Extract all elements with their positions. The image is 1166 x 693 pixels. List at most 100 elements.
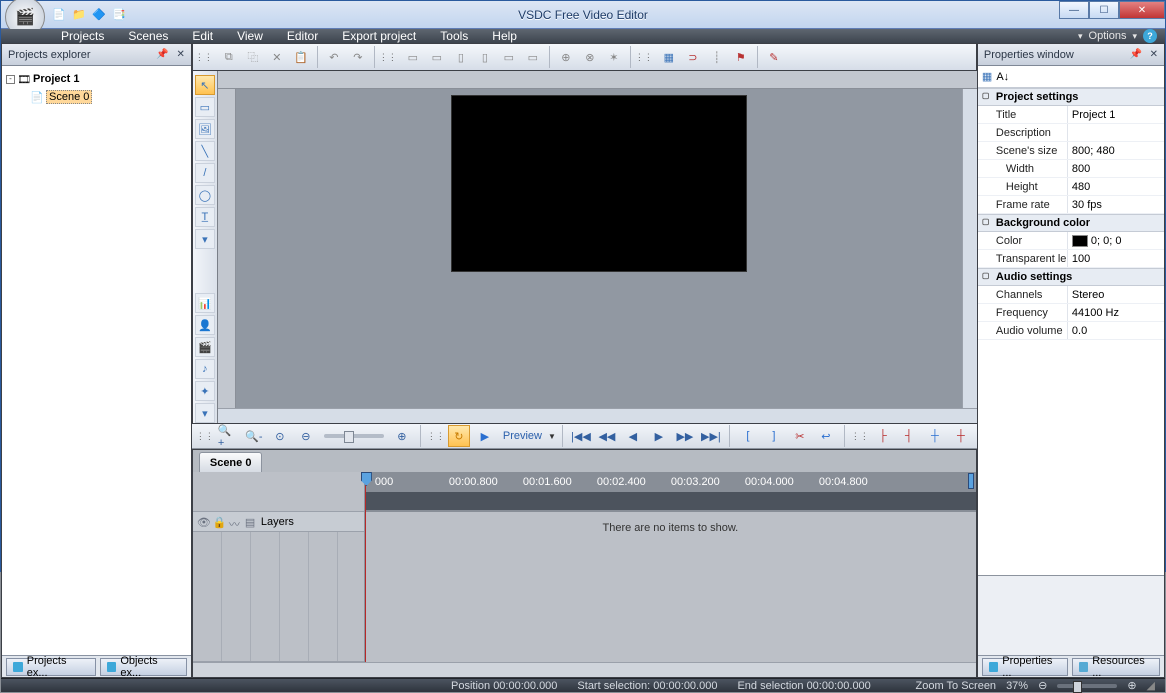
menu-tools[interactable]: Tools <box>440 29 468 43</box>
play-icon[interactable]: ▶ <box>474 425 496 447</box>
properties-header[interactable]: Properties window 📌 ✕ <box>978 44 1164 66</box>
toolbar-grip-icon[interactable]: ⋮⋮ <box>851 431 869 442</box>
categorize-icon[interactable]: ▦ <box>982 70 992 83</box>
qat-save-icon[interactable]: 🔷 <box>91 7 107 23</box>
toolbar-grip-icon[interactable]: ⋮⋮ <box>195 52 217 63</box>
tree-collapse-icon[interactable]: - <box>6 75 15 84</box>
tool-more-icon[interactable]: ▾ <box>195 403 215 423</box>
prop-framerate-value[interactable]: 30 fps <box>1068 196 1164 213</box>
tb-align6-icon[interactable]: ▭ <box>522 46 544 68</box>
tool-line2-icon[interactable]: / <box>195 163 215 183</box>
toolbar-grip-icon[interactable]: ⋮⋮ <box>427 431 445 442</box>
marker1-icon[interactable]: ├ <box>872 425 894 447</box>
tb-center3-icon[interactable]: ✶ <box>603 46 625 68</box>
tb-grid-icon[interactable]: ▦ <box>658 46 680 68</box>
tree-project-label[interactable]: Project 1 <box>33 73 79 85</box>
status-zoom-slider[interactable] <box>1057 684 1117 688</box>
prop-height-value[interactable]: 480 <box>1068 178 1164 195</box>
cat-audio-settings[interactable]: Audio settings <box>978 268 1164 286</box>
qat-new-icon[interactable]: 📄 <box>51 7 67 23</box>
prop-channels-value[interactable]: Stereo <box>1068 286 1164 303</box>
goto-end-icon[interactable]: ▶▶| <box>700 425 722 447</box>
cat-background-color[interactable]: Background color <box>978 214 1164 232</box>
tb-rec-icon[interactable]: ✎ <box>763 46 785 68</box>
chevron-down-icon[interactable]: ▼ <box>548 432 556 441</box>
zoom-slider[interactable] <box>324 434 384 438</box>
tool-rect-icon[interactable]: ▭ <box>195 97 215 117</box>
tb-cut-icon[interactable]: ⧉ <box>218 46 240 68</box>
options-label[interactable]: Options <box>1089 30 1127 42</box>
menu-editor[interactable]: Editor <box>287 29 318 43</box>
split-icon[interactable]: ✂ <box>789 425 811 447</box>
close-icon[interactable]: ✕ <box>176 49 184 60</box>
toolbar-grip-icon[interactable]: ⋮⋮ <box>635 52 657 63</box>
color-swatch[interactable] <box>1072 235 1088 247</box>
preview-canvas[interactable] <box>236 89 962 408</box>
timeline-ruler[interactable]: 000 00:00.800 00:01.600 00:02.400 00:03.… <box>365 472 976 512</box>
prop-frequency-value[interactable]: 44100 Hz <box>1068 304 1164 321</box>
layers-header[interactable]: 👁 🔒 〰 ▤ Layers <box>193 512 364 532</box>
menu-view[interactable]: View <box>237 29 263 43</box>
prop-color-value[interactable]: 0; 0; 0 <box>1068 232 1164 249</box>
property-grid[interactable]: Project settings TitleProject 1 Descript… <box>978 88 1164 575</box>
fastfwd-icon[interactable]: ▶▶ <box>674 425 696 447</box>
tab-objects-explorer[interactable]: Objects ex... <box>100 658 187 676</box>
tool-line-icon[interactable]: ╲ <box>195 141 215 161</box>
tool-video-icon[interactable]: 🎬 <box>195 337 215 357</box>
tool-expand-icon[interactable]: ▾ <box>195 229 215 249</box>
scrollbar-horizontal[interactable] <box>218 408 977 423</box>
prop-title-value[interactable]: Project 1 <box>1068 106 1164 123</box>
chevron-down-icon[interactable]: ▾ <box>1078 31 1083 42</box>
tool-image-icon[interactable]: 🖼 <box>195 119 215 139</box>
menu-help[interactable]: Help <box>492 29 517 43</box>
waveform-icon[interactable]: 〰 <box>229 516 241 528</box>
qat-print-icon[interactable]: 📑 <box>111 7 127 23</box>
toolbar-grip-icon[interactable]: ⋮⋮ <box>379 52 401 63</box>
timeline-playhead[interactable] <box>365 472 366 662</box>
menu-edit[interactable]: Edit <box>192 29 213 43</box>
timeline-scrollbar[interactable] <box>193 662 976 677</box>
status-zoom-percent[interactable]: 37% <box>1006 680 1028 692</box>
tb-redo-icon[interactable]: ↷ <box>347 46 369 68</box>
zoom-in2-icon[interactable]: ⊕ <box>391 425 413 447</box>
tb-paste-icon[interactable]: 📋 <box>290 46 312 68</box>
mark-out-icon[interactable]: ] <box>763 425 785 447</box>
zoom-in-icon[interactable]: ⊕ <box>1127 679 1136 692</box>
tool-ellipse-icon[interactable]: ◯ <box>195 185 215 205</box>
tb-center2-icon[interactable]: ⊗ <box>579 46 601 68</box>
goto-start-icon[interactable]: |◀◀ <box>570 425 592 447</box>
marker3-icon[interactable]: ┼ <box>924 425 946 447</box>
close-icon[interactable]: ✕ <box>1150 49 1158 60</box>
help-icon[interactable]: ? <box>1143 29 1157 43</box>
tb-align4-icon[interactable]: ▯ <box>474 46 496 68</box>
tool-text-icon[interactable]: T̲ <box>195 207 215 227</box>
tool-select-icon[interactable]: ↖ <box>195 75 215 95</box>
tool-audio-icon[interactable]: ♪ <box>195 359 215 379</box>
tool-chart-icon[interactable]: 📊 <box>195 293 215 313</box>
window-maximize-button[interactable]: ☐ <box>1089 1 1119 19</box>
pin-icon[interactable]: 📌 <box>1130 49 1142 60</box>
tab-properties[interactable]: Properties ... <box>982 658 1068 676</box>
tb-guides-icon[interactable]: ┊ <box>706 46 728 68</box>
tool-person-icon[interactable]: 👤 <box>195 315 215 335</box>
back-tool-icon[interactable]: ↩ <box>815 425 837 447</box>
menu-projects[interactable]: Projects <box>61 29 104 43</box>
video-preview[interactable] <box>451 95 747 272</box>
window-close-button[interactable]: ✕ <box>1119 1 1165 19</box>
mark-in-icon[interactable]: [ <box>737 425 759 447</box>
zoom-fit-icon[interactable]: ⊙ <box>269 425 291 447</box>
tb-snap-icon[interactable]: ⊃ <box>682 46 704 68</box>
zoom-in-icon[interactable]: 🔍+ <box>217 425 239 447</box>
eye-icon[interactable]: 👁 <box>197 516 209 528</box>
tb-align1-icon[interactable]: ▭ <box>402 46 424 68</box>
qat-open-icon[interactable]: 📁 <box>71 7 87 23</box>
tb-align3-icon[interactable]: ▯ <box>450 46 472 68</box>
step-back-icon[interactable]: ◀ <box>622 425 644 447</box>
menu-export[interactable]: Export project <box>342 29 416 43</box>
menu-scenes[interactable]: Scenes <box>128 29 168 43</box>
timeline-tracks[interactable]: 000 00:00.800 00:01.600 00:02.400 00:03.… <box>365 472 976 662</box>
tool-fx-icon[interactable]: ✦ <box>195 381 215 401</box>
project-tree[interactable]: - 🎞 Project 1 📄 Scene 0 <box>2 66 191 655</box>
sort-az-icon[interactable]: A↓ <box>996 71 1009 83</box>
tb-align2-icon[interactable]: ▭ <box>426 46 448 68</box>
